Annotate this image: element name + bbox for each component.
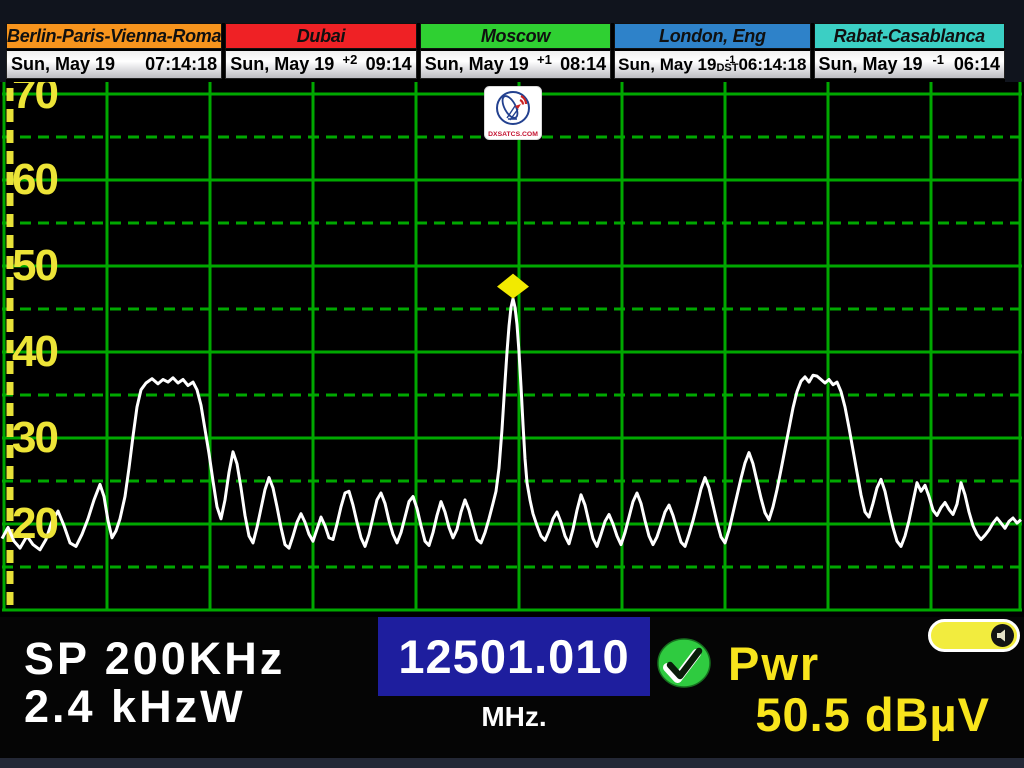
city-time: 06:14 bbox=[954, 54, 1000, 75]
dst-offset: -1 DST bbox=[716, 56, 738, 72]
city-name: Rabat-Casablanca bbox=[814, 23, 1005, 49]
spectrum-grid-and-trace bbox=[0, 82, 1024, 617]
dxsatcs-logo: DXSATCS.COM bbox=[484, 86, 542, 140]
frequency-unit: MHz. bbox=[378, 701, 650, 733]
city-time: 07:14:18 bbox=[145, 54, 217, 75]
city-date: Sun, May 19 bbox=[11, 54, 115, 75]
city-date: Sun, May 19 bbox=[230, 54, 334, 75]
city-date: Sun, May 19 bbox=[618, 55, 716, 75]
volume-pill-button[interactable] bbox=[928, 619, 1020, 652]
utc-offset: -1 bbox=[932, 52, 944, 67]
bottom-border-strip bbox=[0, 758, 1024, 768]
lock-check-icon bbox=[656, 638, 712, 688]
frequency-display: 12501.010 bbox=[378, 617, 650, 696]
clock-cell-moscow: Moscow Sun, May 19 +1 08:14 bbox=[420, 23, 611, 82]
city-time: 08:14 bbox=[560, 54, 606, 75]
spectrum-plot: 70 60 50 40 30 20 DXSATCS.COM bbox=[0, 82, 1024, 617]
city-time: 06:14:18 bbox=[738, 55, 806, 75]
utc-offset: -1 bbox=[726, 56, 736, 64]
logo-text: DXSATCS.COM bbox=[488, 131, 538, 138]
y-axis-label-40: 40 bbox=[12, 330, 57, 374]
y-axis-label-50: 50 bbox=[12, 244, 57, 288]
city-name: London, Eng bbox=[614, 23, 810, 49]
utc-offset: +2 bbox=[343, 52, 358, 67]
power-label: Pwr bbox=[728, 636, 820, 691]
city-date: Sun, May 19 bbox=[819, 54, 923, 75]
city-name: Berlin-Paris-Vienna-Roma bbox=[6, 23, 222, 49]
y-axis-label-60: 60 bbox=[12, 158, 57, 202]
city-time-row: Sun, May 19 +2 09:14 bbox=[225, 49, 416, 79]
world-clock-bar: Berlin-Paris-Vienna-Roma Sun, May 19 07:… bbox=[6, 23, 1005, 82]
bandwidth-value: 2.4 kHzW bbox=[24, 683, 285, 731]
span-bandwidth-readout: SP 200KHz 2.4 kHzW bbox=[24, 635, 285, 731]
city-name: Moscow bbox=[420, 23, 611, 49]
clock-cell-london: London, Eng Sun, May 19 -1 DST 06:14:18 bbox=[614, 23, 810, 82]
y-axis-label-30: 30 bbox=[12, 416, 57, 460]
utc-offset: +1 bbox=[537, 52, 552, 67]
city-time-row: Sun, May 19 -1 06:14 bbox=[814, 49, 1005, 79]
city-time: 09:14 bbox=[366, 54, 412, 75]
speaker-icon bbox=[991, 624, 1014, 647]
span-value: SP 200KHz bbox=[24, 635, 285, 683]
city-date: Sun, May 19 bbox=[425, 54, 529, 75]
clock-cell-dubai: Dubai Sun, May 19 +2 09:14 bbox=[225, 23, 416, 82]
y-axis-label-70: 70 bbox=[12, 82, 57, 116]
power-value: 50.5 dBµV bbox=[755, 687, 990, 742]
clock-cell-berlin: Berlin-Paris-Vienna-Roma Sun, May 19 07:… bbox=[6, 23, 222, 82]
y-axis-label-20: 20 bbox=[12, 502, 57, 546]
clock-cell-rabat: Rabat-Casablanca Sun, May 19 -1 06:14 bbox=[814, 23, 1005, 82]
city-time-row: Sun, May 19 07:14:18 bbox=[6, 49, 222, 79]
readout-bar: SP 200KHz 2.4 kHzW 12501.010 MHz. Pwr 50… bbox=[0, 617, 1024, 758]
city-name: Dubai bbox=[225, 23, 416, 49]
city-time-row: Sun, May 19 +1 08:14 bbox=[420, 49, 611, 79]
city-time-row: Sun, May 19 -1 DST 06:14:18 bbox=[614, 49, 810, 79]
